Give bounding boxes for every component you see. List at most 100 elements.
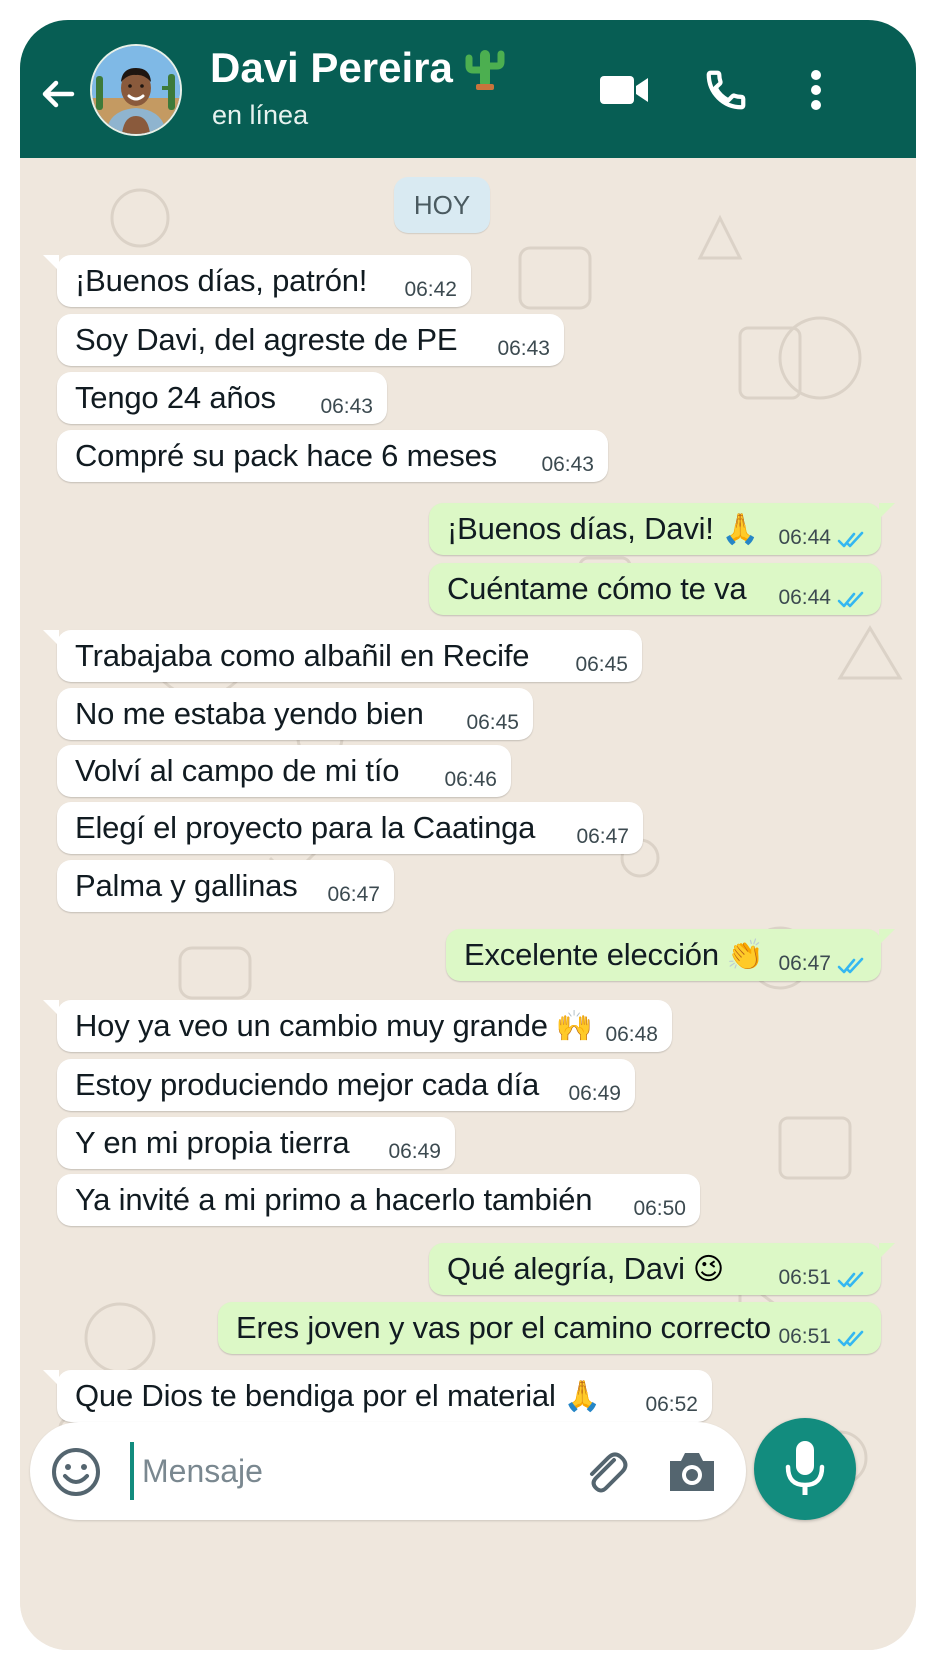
message-meta: 06:51 xyxy=(778,1325,867,1354)
more-vertical-icon xyxy=(811,70,821,110)
outgoing-message[interactable]: Excelente elección 👏 06:47 xyxy=(446,929,895,981)
bubble-tail xyxy=(879,503,895,519)
outgoing-message[interactable]: Eres joven y vas por el camino correcto 0… xyxy=(218,1302,881,1354)
message-text: Qué alegría, Davi xyxy=(447,1251,685,1286)
incoming-message[interactable]: No me estaba yendo bien 06:45 xyxy=(57,688,533,740)
incoming-message[interactable]: Y en mi propia tierra 06:49 xyxy=(57,1117,455,1169)
message-meta: 06:44 xyxy=(778,526,867,555)
contact-name-row[interactable]: Davi Pereira xyxy=(210,44,505,92)
date-chip: HOY xyxy=(394,177,490,233)
message-time: 06:42 xyxy=(404,278,457,301)
message-emoji: 🙌 xyxy=(555,1009,594,1043)
cactus-icon xyxy=(465,50,505,90)
outgoing-message[interactable]: ¡Buenos días, Davi! 🙏 06:44 xyxy=(429,503,895,555)
message-time: 06:47 xyxy=(576,825,629,848)
bubble-tail xyxy=(43,255,59,271)
message-time: 06:50 xyxy=(633,1197,686,1220)
message-meta: 06:45 xyxy=(575,653,628,682)
message-text: Que Dios te bendiga por el material xyxy=(75,1378,556,1413)
incoming-message[interactable]: Palma y gallinas 06:47 xyxy=(57,860,394,912)
message-text: Excelente elección xyxy=(464,937,719,972)
message-meta: 06:44 xyxy=(778,586,867,615)
message-text: Hoy ya veo un cambio muy grande xyxy=(75,1008,548,1043)
message-emoji: 🙏 xyxy=(721,512,760,546)
bubble-tail xyxy=(43,630,59,646)
message-text: Eres joven y vas por el camino correcto xyxy=(236,1310,771,1345)
back-button[interactable] xyxy=(34,70,82,118)
message-meta: 06:51 xyxy=(778,1266,867,1295)
message-meta: 06:46 xyxy=(444,768,497,797)
voice-call-button[interactable] xyxy=(698,60,754,120)
video-call-button[interactable] xyxy=(594,60,654,120)
paperclip-icon xyxy=(590,1452,628,1493)
message-meta: 06:49 xyxy=(388,1140,441,1169)
composer xyxy=(30,1422,746,1520)
incoming-message[interactable]: ¡Buenos días, patrón! 06:42 xyxy=(43,255,471,307)
incoming-message[interactable]: Estoy produciendo mejor cada día 06:49 xyxy=(57,1059,635,1111)
arrow-left-icon xyxy=(42,80,75,108)
emoji-icon xyxy=(52,1448,100,1496)
message-meta: 06:50 xyxy=(633,1197,686,1226)
camera-button[interactable] xyxy=(664,1444,720,1500)
incoming-message[interactable]: Volví al campo de mi tío 06:46 xyxy=(57,745,511,797)
message-emoji: 🙏 xyxy=(563,1379,602,1413)
incoming-message[interactable]: Hoy ya veo un cambio muy grande 🙌 06:48 xyxy=(43,1000,672,1052)
bubble-tail xyxy=(43,1370,59,1386)
message-meta: 06:45 xyxy=(466,711,519,740)
message-text: Estoy produciendo mejor cada día xyxy=(75,1067,540,1102)
message-time: 06:49 xyxy=(388,1140,441,1163)
message-meta: 06:47 xyxy=(327,883,380,912)
message-time: 06:45 xyxy=(575,653,628,676)
attach-button[interactable] xyxy=(578,1444,634,1500)
message-text: Palma y gallinas xyxy=(75,868,298,903)
message-time: 06:43 xyxy=(320,395,373,418)
emoji-button[interactable] xyxy=(48,1444,104,1500)
avatar[interactable] xyxy=(90,44,182,136)
message-text: Tengo 24 años xyxy=(75,380,276,415)
message-text: Compré su pack hace 6 meses xyxy=(75,438,497,473)
microphone-icon xyxy=(785,1441,825,1495)
message-text: Ya invité a mi primo a hacerlo también xyxy=(75,1182,593,1217)
message-text: Elegí el proyecto para la Caatinga xyxy=(75,810,536,845)
voice-message-button[interactable] xyxy=(754,1418,856,1520)
contact-name: Davi Pereira xyxy=(210,44,453,91)
message-input[interactable] xyxy=(130,1442,560,1500)
message-meta: 06:49 xyxy=(568,1082,621,1111)
message-time: 06:43 xyxy=(541,453,594,476)
message-time: 06:47 xyxy=(327,883,380,906)
message-emoji: 😉 xyxy=(692,1252,725,1286)
message-time: 06:44 xyxy=(778,586,831,609)
menu-button[interactable] xyxy=(796,60,836,120)
incoming-message[interactable]: Compré su pack hace 6 meses 06:43 xyxy=(57,430,608,482)
message-time: 06:45 xyxy=(466,711,519,734)
chat-screen: Davi Pereira en línea HOY ¡Buenos días, … xyxy=(20,20,916,1650)
incoming-message[interactable]: Ya invité a mi primo a hacerlo también 06… xyxy=(57,1174,700,1226)
incoming-message[interactable]: Trabajaba como albañil en Recife 06:45 xyxy=(43,630,642,682)
message-meta: 06:47 xyxy=(778,952,867,981)
message-time: 06:49 xyxy=(568,1082,621,1105)
message-time: 06:44 xyxy=(778,526,831,549)
message-text: Soy Davi, del agreste de PE xyxy=(75,322,458,357)
contact-photo xyxy=(92,46,180,134)
read-receipt-icon xyxy=(837,1271,864,1288)
bubble-tail xyxy=(879,929,895,945)
incoming-message[interactable]: Tengo 24 años 06:43 xyxy=(57,372,387,424)
incoming-message[interactable]: Soy Davi, del agreste de PE 06:43 xyxy=(57,314,564,366)
outgoing-message[interactable]: Qué alegría, Davi 😉 06:51 xyxy=(429,1243,895,1295)
message-time: 06:52 xyxy=(645,1393,698,1416)
message-text: Trabajaba como albañil en Recife xyxy=(75,638,530,673)
message-text: Y en mi propia tierra xyxy=(75,1125,350,1160)
message-time: 06:46 xyxy=(444,768,497,791)
message-meta: 06:43 xyxy=(497,337,550,366)
outgoing-message[interactable]: Cuéntame cómo te va 06:44 xyxy=(429,563,881,615)
message-time: 06:43 xyxy=(497,337,550,360)
message-text: Volví al campo de mi tío xyxy=(75,753,400,788)
incoming-message[interactable]: Que Dios te bendiga por el material 🙏 06:5… xyxy=(43,1370,712,1422)
message-meta: 06:52 xyxy=(645,1393,698,1422)
incoming-message[interactable]: Elegí el proyecto para la Caatinga 06:47 xyxy=(57,802,643,854)
contact-status: en línea xyxy=(212,100,309,130)
bubble-tail xyxy=(879,1243,895,1259)
read-receipt-icon xyxy=(837,531,864,548)
message-emoji: 👏 xyxy=(726,938,765,972)
message-time: 06:48 xyxy=(605,1023,658,1046)
